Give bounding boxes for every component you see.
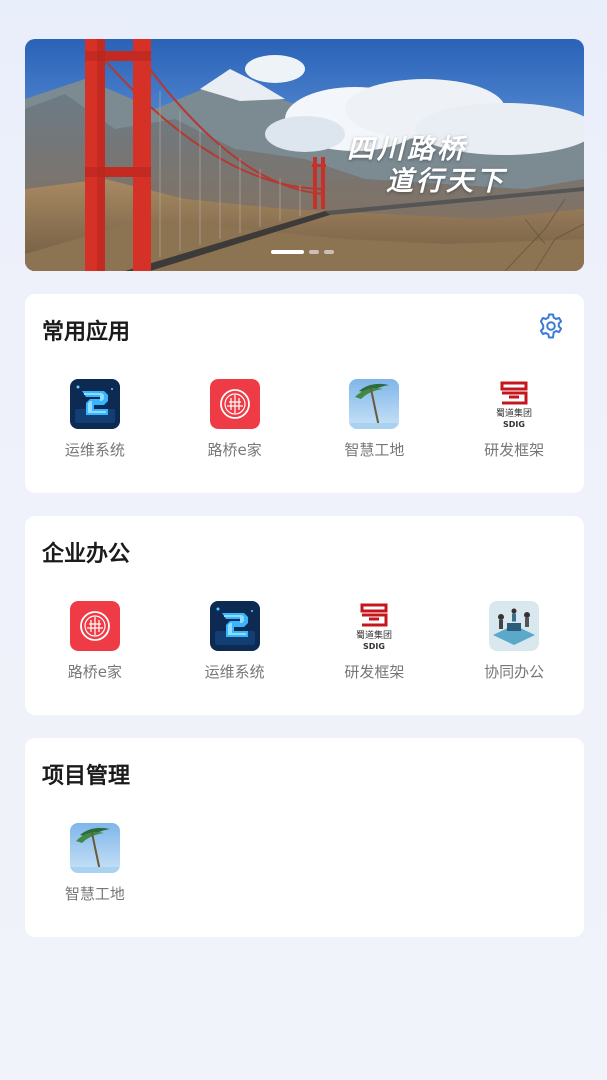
app-label: 运维系统 — [204, 663, 265, 681]
carousel-dot[interactable] — [309, 250, 319, 254]
section-common-apps: 常用应用 运维系统 路桥e家 智慧工地 蜀道集团 SDIG 研发框架 — [25, 294, 584, 493]
app-luqiao-ejia[interactable]: 路桥e家 — [25, 601, 165, 682]
carousel-dot-active[interactable] — [271, 250, 304, 254]
app-ops-system[interactable]: 运维系统 — [165, 601, 305, 682]
shudao-group-logo-icon: 蜀道集团 SDIG — [349, 601, 400, 651]
section-title: 企业办公 — [42, 542, 131, 567]
shudao-group-logo-icon: 蜀道集团 SDIG — [489, 379, 540, 429]
collab-office-icon — [489, 601, 540, 651]
svg-text:蜀道集团: 蜀道集团 — [356, 629, 392, 641]
bridge-banner-image — [25, 39, 584, 271]
app-label: 路桥e家 — [207, 441, 262, 459]
section-title: 项目管理 — [42, 764, 131, 789]
smart-site-icon — [349, 379, 400, 429]
smart-site-icon — [69, 823, 120, 873]
section-enterprise-office: 企业办公 路桥e家 运维系统 蜀道集团 SDIG 研发框架 协同办公 — [25, 516, 584, 715]
ops-system-icon — [69, 379, 120, 429]
app-rd-framework[interactable]: 蜀道集团 SDIG 研发框架 — [444, 379, 584, 460]
svg-text:蜀道集团: 蜀道集团 — [496, 407, 532, 419]
luqiao-ejia-icon — [69, 601, 120, 651]
app-label: 研发框架 — [484, 441, 545, 459]
section-project-management: 项目管理 智慧工地 — [25, 738, 584, 937]
svg-text:SDIG: SDIG — [363, 642, 385, 651]
home-banner[interactable]: 四川路桥 道行天下 — [25, 39, 584, 271]
app-label: 智慧工地 — [64, 885, 125, 903]
section-title: 常用应用 — [42, 320, 131, 345]
app-collab-office[interactable]: 协同办公 — [444, 601, 584, 682]
svg-text:SDIG: SDIG — [503, 420, 525, 429]
settings-gear-icon[interactable] — [537, 312, 565, 340]
luqiao-ejia-icon — [209, 379, 260, 429]
app-luqiao-ejia[interactable]: 路桥e家 — [165, 379, 305, 460]
banner-slogan-line2: 道行天下 — [386, 166, 506, 197]
app-smart-site[interactable]: 智慧工地 — [25, 823, 165, 904]
app-label: 路桥e家 — [67, 663, 122, 681]
carousel-indicator[interactable] — [271, 250, 334, 254]
app-smart-site[interactable]: 智慧工地 — [305, 379, 445, 460]
app-label: 研发框架 — [344, 663, 405, 681]
app-rd-framework[interactable]: 蜀道集团 SDIG 研发框架 — [305, 601, 445, 682]
app-ops-system[interactable]: 运维系统 — [25, 379, 165, 460]
app-label: 协同办公 — [484, 663, 545, 681]
ops-system-icon — [209, 601, 260, 651]
app-label: 运维系统 — [64, 441, 125, 459]
app-label: 智慧工地 — [344, 441, 405, 459]
carousel-dot[interactable] — [324, 250, 334, 254]
